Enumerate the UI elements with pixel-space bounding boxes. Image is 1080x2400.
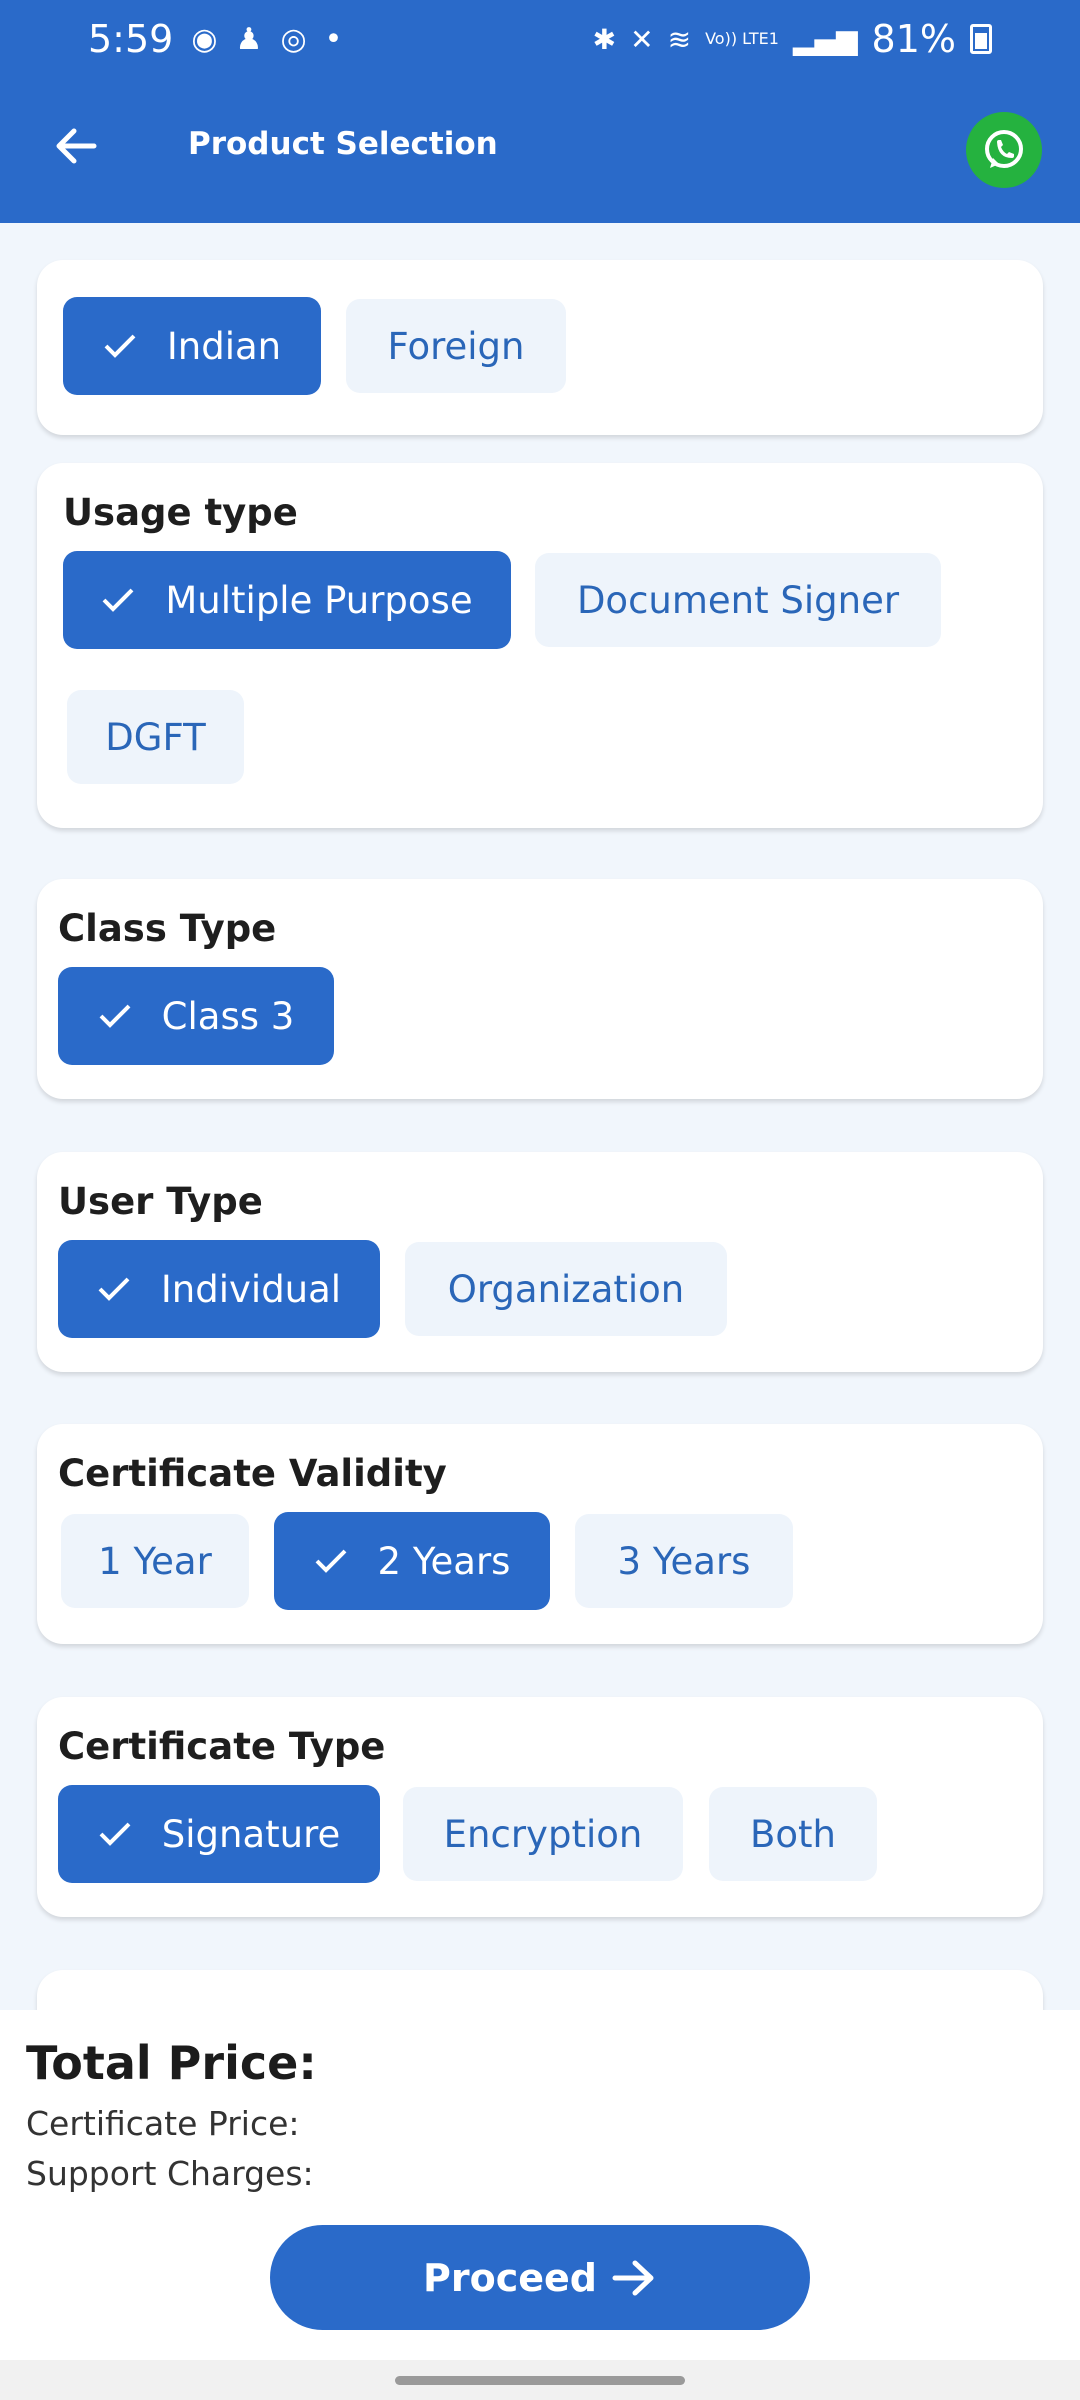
total-price-title: Total Price:	[26, 2036, 317, 2090]
usage-type-title: Usage type	[63, 491, 298, 534]
chip-signature[interactable]: Signature	[58, 1785, 380, 1883]
arrow-right-icon	[612, 2260, 654, 2295]
origin-card: Indian Foreign	[37, 260, 1043, 435]
chip-label: 2 Years	[377, 1539, 511, 1583]
notification-icon: ♟	[235, 21, 263, 57]
wifi-icon: ≋	[667, 22, 692, 56]
class-type-title: Class Type	[58, 907, 277, 950]
price-panel: Total Price: Certificate Price: Support …	[0, 2010, 1080, 2360]
notification-icon: ◉	[191, 21, 218, 57]
bluetooth-icon: ✱	[592, 22, 617, 56]
whatsapp-icon	[985, 130, 1023, 168]
chip-label: Both	[750, 1812, 836, 1856]
user-type-title: User Type	[58, 1180, 263, 1223]
class-type-card: Class Type Class 3	[37, 879, 1043, 1099]
chip-document-signer[interactable]: Document Signer	[535, 553, 941, 647]
chip-label: Multiple Purpose	[165, 578, 473, 622]
next-card-partial	[37, 1970, 1043, 2010]
support-charges-label: Support Charges:	[26, 2154, 314, 2193]
check-icon	[98, 1277, 130, 1301]
chip-label: Signature	[161, 1812, 341, 1856]
status-right: ✱ ✕ ≋ Vo)) LTE1 ▂▄▆ 81%	[593, 17, 992, 61]
product-selection-form[interactable]: Indian Foreign Usage type Multiple Purpo…	[0, 223, 1080, 2010]
check-icon	[102, 588, 134, 612]
check-icon	[315, 1549, 346, 1573]
chip-label: Individual	[160, 1267, 342, 1311]
signal-icon: ▂▄▆	[792, 22, 858, 56]
more-notifications-icon: •	[324, 21, 343, 57]
check-icon	[104, 334, 136, 358]
navigation-bar	[0, 2360, 1080, 2400]
back-arrow-icon[interactable]	[48, 118, 104, 174]
certificate-type-card: Certificate Type Signature Encryption Bo…	[37, 1697, 1043, 1917]
notification-icon: ◎	[280, 21, 307, 57]
chip-label: 3 Years	[617, 1539, 751, 1583]
app-bar: Product Selection	[0, 78, 1080, 223]
battery-icon	[970, 24, 992, 54]
chip-dgft[interactable]: DGFT	[67, 690, 244, 784]
chip-label: Foreign	[387, 324, 525, 368]
chip-label: Indian	[166, 324, 282, 368]
chip-foreign[interactable]: Foreign	[346, 299, 566, 393]
home-gesture-handle[interactable]	[395, 2376, 685, 2385]
check-icon	[99, 1822, 131, 1846]
battery-percent: 81%	[871, 17, 956, 61]
network-label: Vo)) LTE1	[705, 29, 779, 48]
chip-label: Class 3	[161, 994, 295, 1038]
chip-both[interactable]: Both	[709, 1787, 877, 1881]
proceed-button[interactable]: Proceed	[270, 2225, 810, 2330]
chip-2-years[interactable]: 2 Years	[274, 1512, 550, 1610]
chip-encryption[interactable]: Encryption	[403, 1787, 683, 1881]
chip-1-year[interactable]: 1 Year	[61, 1514, 249, 1608]
page-title: Product Selection	[188, 126, 498, 162]
chip-label: Document Signer	[576, 578, 900, 622]
chip-class-3[interactable]: Class 3	[58, 967, 334, 1065]
certificate-validity-title: Certificate Validity	[58, 1452, 447, 1495]
chip-label: Organization	[447, 1267, 685, 1311]
check-icon	[99, 1004, 131, 1028]
certificate-type-title: Certificate Type	[58, 1725, 386, 1768]
certificate-price-label: Certificate Price:	[26, 2104, 300, 2143]
chip-organization[interactable]: Organization	[405, 1242, 727, 1336]
chip-label: Encryption	[443, 1812, 643, 1856]
whatsapp-button[interactable]	[966, 112, 1042, 188]
chip-multiple-purpose[interactable]: Multiple Purpose	[63, 551, 511, 649]
status-time: 5:59	[88, 17, 174, 61]
mute-icon: ✕	[630, 22, 654, 56]
proceed-label: Proceed	[423, 2255, 597, 2300]
chip-3-years[interactable]: 3 Years	[575, 1514, 793, 1608]
status-bar: 5:59 ◉ ♟ ◎ • ✱ ✕ ≋ Vo)) LTE1 ▂▄▆ 81%	[0, 0, 1080, 78]
certificate-validity-card: Certificate Validity 1 Year 2 Years 3 Ye…	[37, 1424, 1043, 1644]
chip-label: 1 Year	[98, 1539, 212, 1583]
chip-individual[interactable]: Individual	[58, 1240, 380, 1338]
status-left: 5:59 ◉ ♟ ◎ •	[88, 17, 342, 61]
chip-label: DGFT	[105, 715, 206, 759]
usage-type-card: Usage type Multiple Purpose Document Sig…	[37, 463, 1043, 828]
user-type-card: User Type Individual Organization	[37, 1152, 1043, 1372]
chip-indian[interactable]: Indian	[63, 297, 321, 395]
